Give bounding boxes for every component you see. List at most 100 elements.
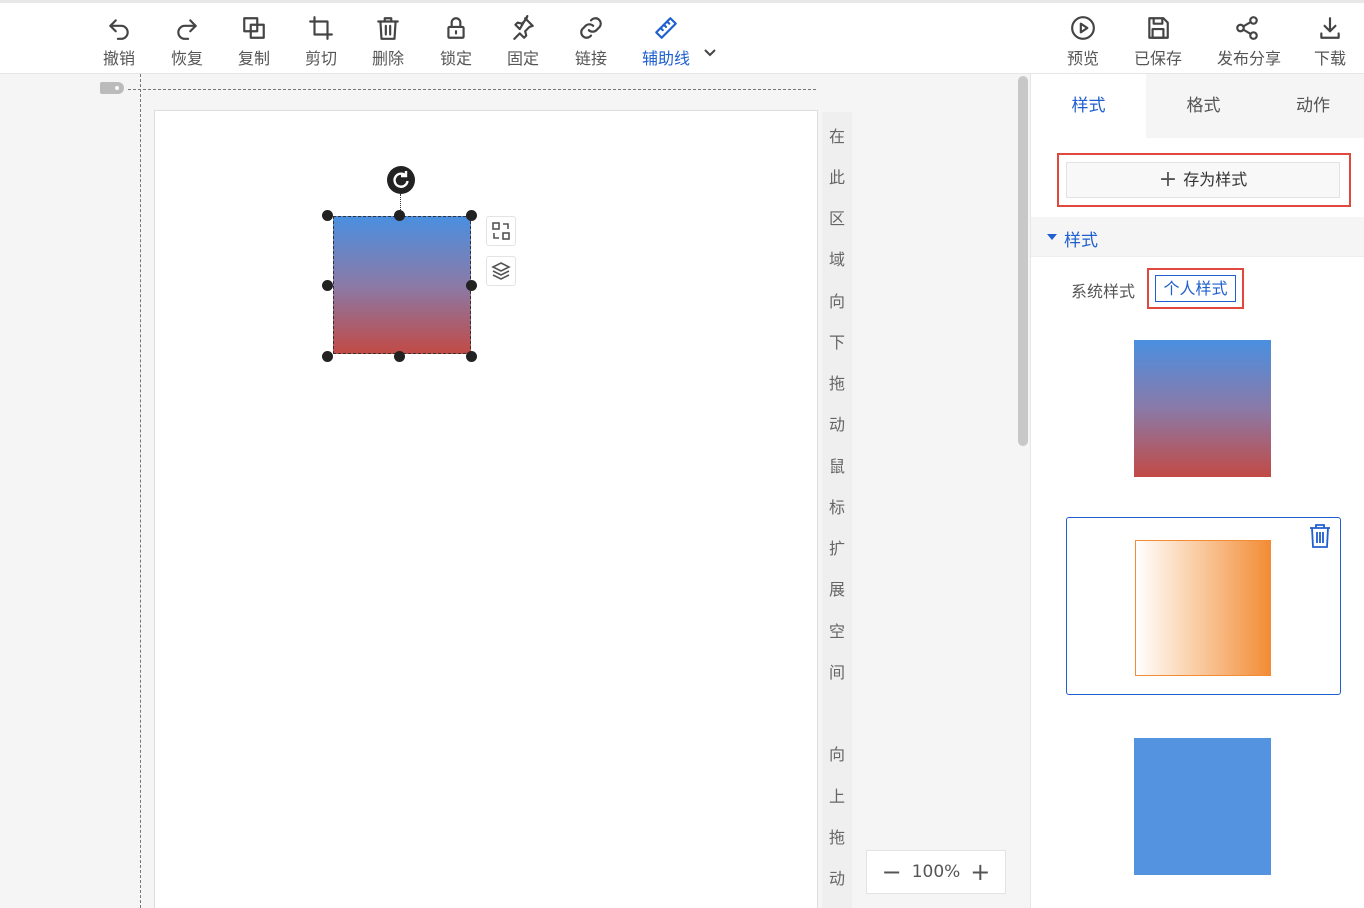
ruler-icon [636,15,696,43]
saved-label: 已保存 [1133,49,1182,68]
style-thumbnail-white-orange[interactable] [1135,540,1271,676]
canvas-scrollbar[interactable] [1018,76,1028,446]
undo-button[interactable]: 撤销 [89,15,149,69]
lock-label: 锁定 [439,49,472,68]
side-hint-char: 拖 [828,828,845,847]
side-hint-char: 扩 [828,539,845,558]
tab-format[interactable]: 格式 [1146,74,1261,138]
publish-label: 发布分享 [1217,49,1282,68]
rotate-handle-icon[interactable] [387,166,415,194]
save-icon [1128,15,1188,43]
layers-icon [491,262,511,280]
caret-down-icon [1047,234,1057,240]
side-hint-char: 此 [828,168,845,187]
toolbar: 撤销 恢复 复制 剪切 删除 锁定 固定 链接 辅助线 预览 已保存 发布分享 … [0,0,1364,74]
save-button[interactable]: 已保存 [1128,15,1188,69]
side-hint-char: 向 [828,745,845,764]
vertical-guide-line[interactable] [140,74,141,908]
side-hint-char: 域 [828,250,845,269]
selection-box [333,216,471,354]
trash-icon [358,15,418,43]
side-hint-char: 下 [828,333,845,352]
crop-icon [291,15,351,43]
delete-label: 删除 [371,49,404,68]
lock-button[interactable]: 锁定 [426,15,486,69]
resize-handle-w[interactable] [322,280,333,291]
side-hint-char: 向 [828,292,845,311]
guides-button[interactable]: 辅助线 [636,15,696,69]
replace-icon [492,222,510,240]
side-hint-char: 展 [828,580,845,599]
layers-button[interactable] [486,256,516,286]
resize-handle-se[interactable] [466,351,477,362]
pin-label: 固定 [506,49,539,68]
preview-button[interactable]: 预览 [1053,15,1113,69]
resize-handle-s[interactable] [394,351,405,362]
properties-panel: 样式 格式 动作 + 存为样式 样式 系统样式 个人样式 [1030,74,1364,908]
cut-label: 剪切 [304,49,337,68]
resize-handle-e[interactable] [466,280,477,291]
delete-button[interactable]: 删除 [358,15,418,69]
download-icon [1300,15,1360,43]
replace-shape-button[interactable] [486,216,516,246]
panel-tabs: 样式 格式 动作 [1031,74,1364,138]
publish-button[interactable]: 发布分享 [1217,15,1282,69]
play-icon [1053,15,1113,43]
lock-icon [426,15,486,43]
side-hint-char: 动 [828,869,845,888]
tab-system-styles[interactable]: 系统样式 [1071,278,1135,302]
side-hint-char: 空 [828,622,845,641]
horizontal-guide-line[interactable] [128,89,816,90]
redo-button[interactable]: 恢复 [157,15,217,69]
link-icon [561,15,621,43]
redo-label: 恢复 [170,49,203,68]
tab-action[interactable]: 动作 [1261,74,1364,138]
zoom-in-button[interactable]: + [970,858,990,886]
copy-label: 复制 [237,49,270,68]
side-hint-char: 上 [828,787,845,806]
section-title: 样式 [1064,231,1098,251]
share-icon [1217,15,1277,43]
cut-button[interactable]: 剪切 [291,15,351,69]
side-hint-char: 区 [828,209,845,228]
side-hint-char: 动 [828,415,845,434]
tab-style[interactable]: 样式 [1031,74,1146,138]
copy-icon [224,15,284,43]
tab-personal-styles[interactable]: 个人样式 [1155,275,1236,302]
download-label: 下载 [1313,49,1346,68]
link-button[interactable]: 链接 [561,15,621,69]
resize-handle-nw[interactable] [322,210,333,221]
preview-label: 预览 [1066,49,1099,68]
resize-handle-sw[interactable] [322,351,333,362]
canvas-area[interactable]: 在 此 区 域 向 下 拖 动 鼠 标 扩 展 空 间 向 上 拖 动 − 10… [0,74,1030,908]
download-button[interactable]: 下载 [1300,15,1360,69]
guides-label: 辅助线 [641,49,690,68]
side-hint-char: 拖 [828,374,845,393]
save-as-style-button[interactable]: + 存为样式 [1066,162,1340,198]
resize-handle-ne[interactable] [466,210,477,221]
chevron-down-icon[interactable] [703,45,717,59]
trash-icon[interactable] [1308,523,1332,549]
style-section-header[interactable]: 样式 [1031,217,1364,257]
style-thumbnail-blue[interactable] [1134,738,1271,875]
undo-icon [89,15,149,43]
style-card-selected[interactable] [1066,517,1341,695]
tag-icon[interactable] [100,82,124,94]
style-thumbnail-blue-red[interactable] [1134,340,1271,477]
link-label: 链接 [574,49,607,68]
side-hint-char: 间 [828,663,845,682]
pin-button[interactable]: 固定 [493,14,553,69]
resize-handle-n[interactable] [394,210,405,221]
undo-label: 撤销 [102,49,135,68]
side-hint-char: 在 [828,127,845,146]
zoom-value: 100% [911,862,961,882]
save-as-style-label: 存为样式 [1183,170,1248,189]
redo-icon [157,15,217,43]
zoom-out-button[interactable]: − [882,858,902,886]
plus-icon: + [1158,167,1178,192]
copy-button[interactable]: 复制 [224,15,284,69]
side-hint-char: 标 [828,498,845,517]
zoom-control: − 100% + [866,850,1006,894]
expand-space-strip[interactable]: 在 此 区 域 向 下 拖 动 鼠 标 扩 展 空 间 向 上 拖 动 [822,112,852,908]
side-hint-char: 鼠 [828,457,845,476]
